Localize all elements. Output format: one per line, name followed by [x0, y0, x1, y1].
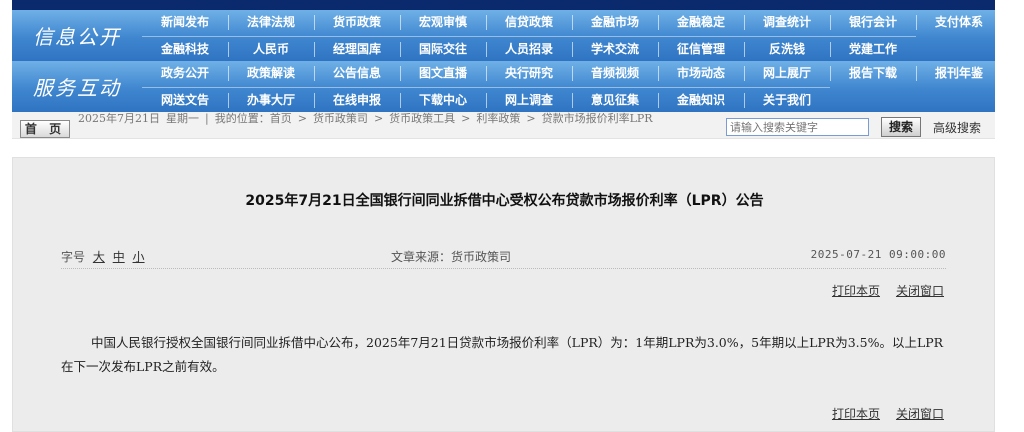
home-button[interactable]: 首 页 — [20, 120, 70, 138]
article-date: 2025-07-21 09:00:00 — [810, 248, 946, 261]
nav-service-title: 服务互动 — [33, 76, 121, 100]
nav-item[interactable]: 政策解读 — [228, 61, 314, 86]
nav-item[interactable]: 在线申报 — [314, 88, 400, 113]
nav-row-1: 新闻发布 法律法规 货币政策 宏观审慎 信贷政策 金融市场 金融稳定 调查统计 … — [142, 10, 1002, 35]
font-size-large-link[interactable]: 大 — [93, 250, 105, 264]
font-size-medium-link[interactable]: 中 — [113, 250, 125, 264]
font-size-small-link[interactable]: 小 — [133, 250, 145, 264]
article-actions-bottom: 打印本页 关闭窗口 — [816, 405, 944, 422]
article-panel: 2025年7月21日全国银行间同业拆借中心受权公布贷款市场报价利率（LPR）公告… — [12, 157, 995, 432]
nav-service-block: 服务互动 政务公开 政策解读 公告信息 图文直播 央行研究 音频视频 市场动态 … — [12, 61, 995, 112]
advanced-search-link[interactable]: 高级搜索 — [933, 119, 981, 136]
nav-item[interactable]: 新闻发布 — [142, 10, 228, 35]
nav-item[interactable]: 宏观审慎 — [400, 10, 486, 35]
divider — [61, 268, 946, 269]
close-window-link[interactable]: 关闭窗口 — [896, 284, 944, 298]
nav-row-2: 金融科技 人民币 经理国库 国际交往 人员招录 学术交流 征信管理 反洗钱 党建… — [142, 36, 916, 61]
current-weekday: 星期一 — [166, 112, 199, 125]
article-meta: 字号 大 中 小 文章来源：货币政策司 2025-07-21 09:00:00 — [61, 248, 946, 264]
breadcrumb-item[interactable]: 贷款市场报价利率LPR — [542, 112, 653, 125]
nav-item[interactable]: 货币政策 — [314, 10, 400, 35]
breadcrumb-arrow: > — [297, 112, 307, 125]
nav-item[interactable]: 金融市场 — [572, 10, 658, 35]
nav-item[interactable]: 银行会计 — [830, 10, 916, 35]
nav-item[interactable]: 信贷政策 — [486, 10, 572, 35]
print-link[interactable]: 打印本页 — [832, 284, 880, 298]
nav-item[interactable]: 金融科技 — [142, 37, 228, 62]
article-actions-top: 打印本页 关闭窗口 — [816, 282, 944, 299]
breadcrumb-arrow: > — [461, 112, 471, 125]
nav-item[interactable]: 调查统计 — [744, 10, 830, 35]
nav-item[interactable]: 法律法规 — [228, 10, 314, 35]
nav-item[interactable]: 经理国库 — [314, 37, 400, 62]
nav-info-block: 信息公开 新闻发布 法律法规 货币政策 宏观审慎 信贷政策 金融市场 金融稳定 … — [12, 10, 995, 61]
nav-item[interactable]: 党建工作 — [830, 37, 916, 62]
nav-item[interactable]: 报刊年鉴 — [916, 61, 1002, 86]
article-title: 2025年7月21日全国银行间同业拆借中心受权公布贷款市场报价利率（LPR）公告 — [245, 193, 764, 209]
nav-item[interactable]: 网上调查 — [486, 88, 572, 113]
breadcrumb-arrow: > — [373, 112, 384, 125]
nav-item[interactable]: 人民币 — [228, 37, 314, 62]
top-dark-bar — [12, 0, 995, 10]
nav-item[interactable]: 报告下载 — [830, 61, 916, 86]
nav-item[interactable]: 关于我们 — [744, 88, 830, 113]
nav-item[interactable]: 人员招录 — [486, 37, 572, 62]
breadcrumb-item[interactable]: 货币政策工具 — [389, 112, 455, 125]
nav-item[interactable]: 意见征集 — [572, 88, 658, 113]
nav-item[interactable]: 征信管理 — [658, 37, 744, 62]
nav-item[interactable]: 政务公开 — [142, 61, 228, 86]
nav-item[interactable]: 学术交流 — [572, 37, 658, 62]
breadcrumb-item[interactable]: 货币政策司 — [313, 112, 368, 125]
nav-item[interactable]: 下载中心 — [400, 88, 486, 113]
nav-item[interactable]: 国际交往 — [400, 37, 486, 62]
nav-item[interactable]: 公告信息 — [314, 61, 400, 86]
nav-info-title: 信息公开 — [33, 25, 121, 49]
print-link[interactable]: 打印本页 — [832, 407, 880, 421]
breadcrumb: 2025年7月21日 星期一 | 我的位置：首页 > 货币政策司 > 货币政策工具 > 利率政策 >… — [78, 112, 724, 125]
current-date: 2025年7月21日 — [78, 112, 160, 125]
article-source: 文章来源：货币政策司 — [391, 250, 512, 264]
breadcrumb-arrow: > — [526, 112, 536, 125]
nav-item[interactable]: 网上展厅 — [744, 61, 830, 86]
font-size-label: 字号 — [61, 250, 86, 264]
breadcrumb-separator: | — [205, 112, 209, 125]
close-window-link[interactable]: 关闭窗口 — [896, 407, 944, 421]
search-button[interactable]: 搜索 — [881, 117, 921, 137]
nav-item[interactable]: 网送文告 — [142, 88, 228, 113]
nav-row-4: 网送文告 办事大厅 在线申报 下载中心 网上调查 意见征集 金融知识 关于我们 — [142, 87, 830, 112]
breadcrumb-home-link[interactable]: 我的位置：首页 — [215, 112, 292, 125]
font-size-control: 字号 大 中 小 — [61, 248, 145, 265]
nav-item[interactable]: 音频视频 — [572, 61, 658, 86]
nav-row-3: 政务公开 政策解读 公告信息 图文直播 央行研究 音频视频 市场动态 网上展厅 … — [142, 61, 1002, 86]
article-body: 中国人民银行授权全国银行间同业拆借中心公布，2025年7月21日贷款市场报价利率… — [61, 335, 944, 374]
nav-item[interactable]: 金融知识 — [658, 88, 744, 113]
breadcrumb-bar: 首 页 2025年7月21日 星期一 | 我的位置：首页 > 货币政策司 > 货币政策工具 > 利… — [12, 112, 995, 139]
nav-item[interactable]: 市场动态 — [658, 61, 744, 86]
nav-item[interactable]: 金融稳定 — [658, 10, 744, 35]
nav-item[interactable]: 央行研究 — [486, 61, 572, 86]
nav-item[interactable]: 图文直播 — [400, 61, 486, 86]
search-input[interactable] — [726, 118, 869, 136]
breadcrumb-item[interactable]: 利率政策 — [476, 112, 520, 125]
nav-item[interactable]: 反洗钱 — [744, 37, 830, 62]
nav-item[interactable]: 办事大厅 — [228, 88, 314, 113]
nav-item[interactable]: 支付体系 — [916, 10, 1002, 35]
